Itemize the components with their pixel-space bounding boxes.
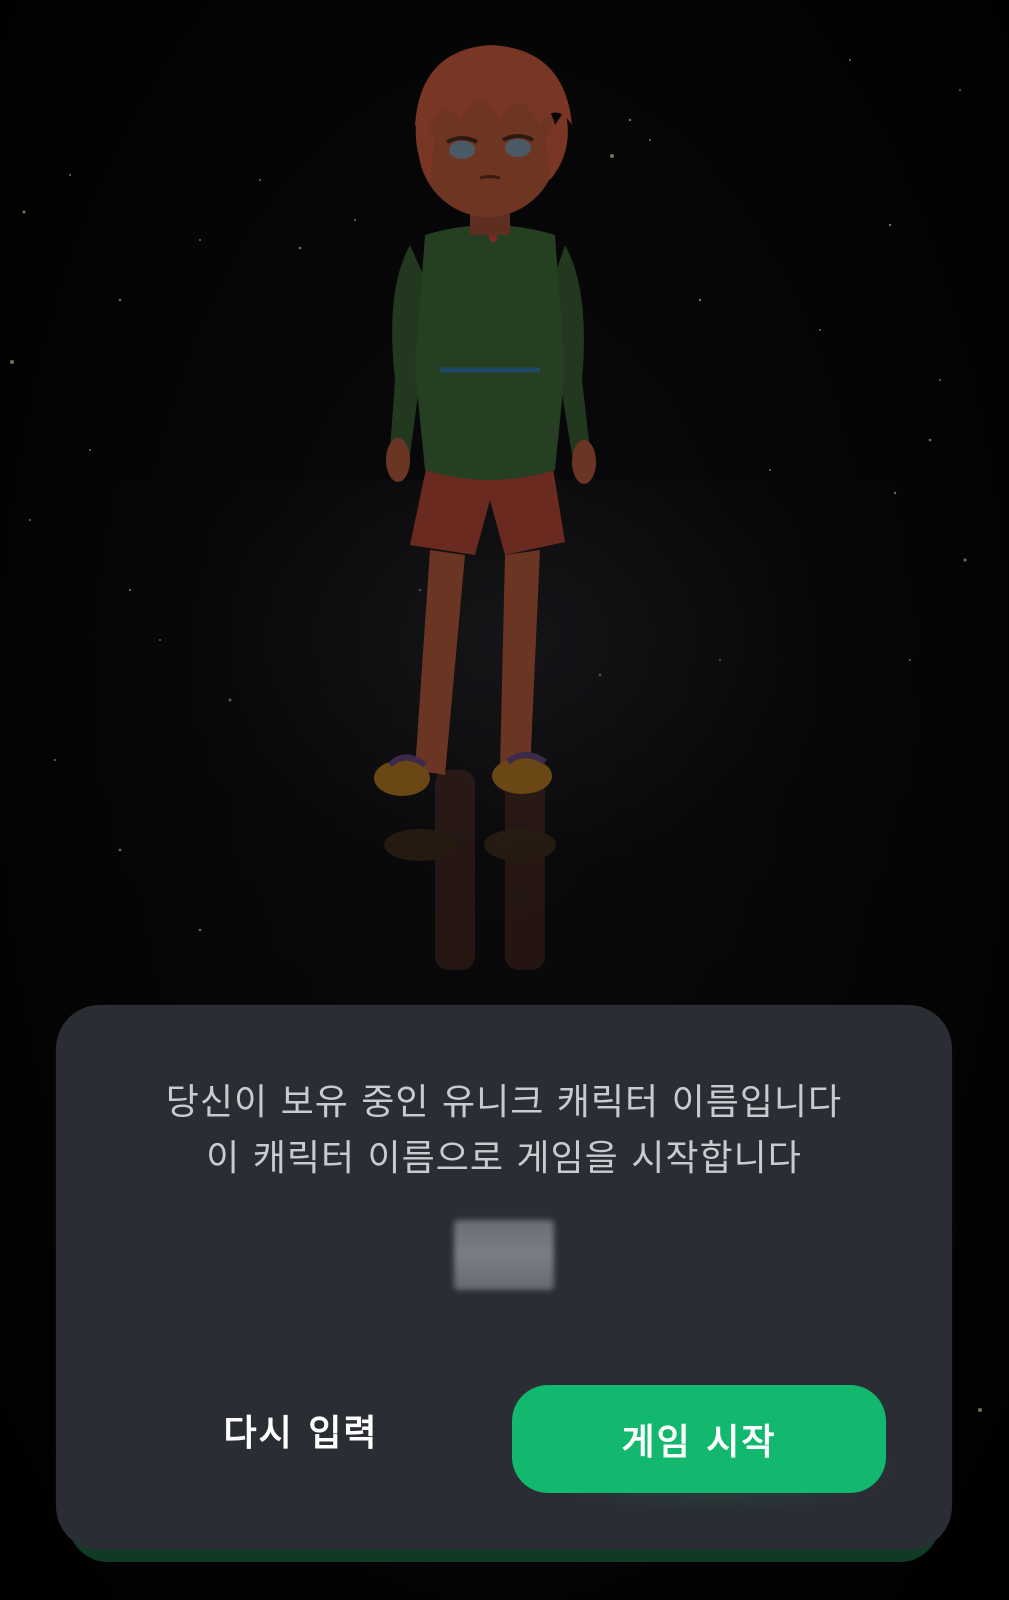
character-illustration [374, 45, 596, 970]
character-name-blurred [454, 1220, 554, 1290]
retry-input-button[interactable]: 다시 입력 [176, 1375, 426, 1485]
start-game-button[interactable]: 게임 시작 [512, 1385, 886, 1493]
dialog-message-line-1: 당신이 보유 중인 유니크 캐릭터 이름입니다 [165, 1082, 843, 1123]
dialog-message-line-2: 이 캐릭터 이름으로 게임을 시작합니다 [206, 1138, 802, 1179]
dialog-message: 당신이 보유 중인 유니크 캐릭터 이름입니다 이 캐릭터 이름으로 게임을 시… [56, 1075, 952, 1187]
confirm-character-name-dialog: 당신이 보유 중인 유니크 캐릭터 이름입니다 이 캐릭터 이름으로 게임을 시… [56, 1005, 952, 1550]
